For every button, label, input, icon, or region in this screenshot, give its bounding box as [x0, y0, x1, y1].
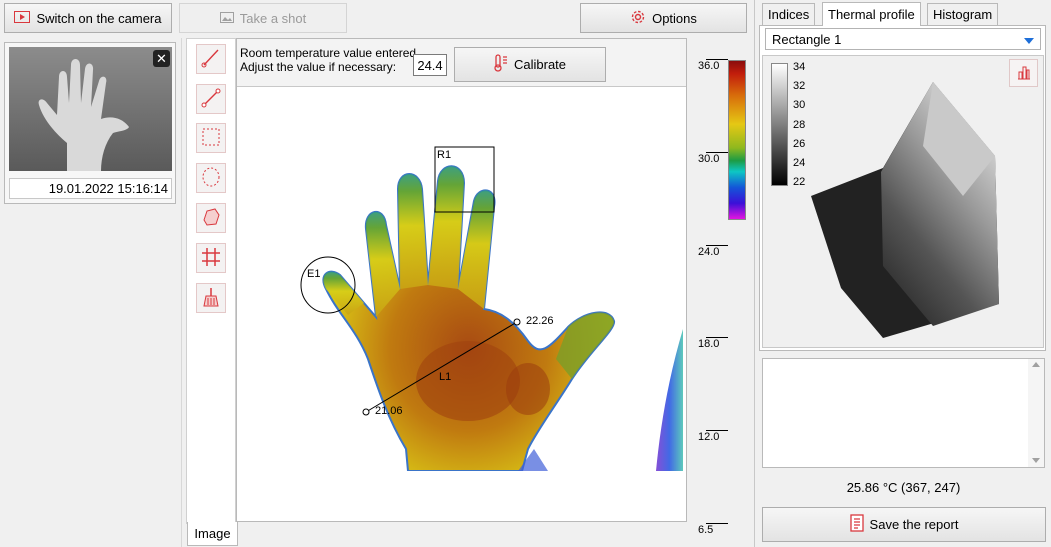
calibration-message-2: Adjust the value if necessary:: [240, 60, 397, 74]
scale-tick-5: [706, 523, 728, 524]
tab-histogram[interactable]: Histogram: [927, 3, 999, 25]
gray-scale-label-5: 24: [793, 157, 806, 169]
tab-image-label: Image: [194, 526, 231, 541]
notes-textarea[interactable]: [762, 358, 1045, 468]
ellipse-icon: [200, 166, 222, 191]
thermometer-icon: [494, 54, 508, 75]
options-button[interactable]: Options: [580, 3, 747, 33]
scale-tick-3: [706, 337, 728, 338]
take-shot-button[interactable]: Take a shot: [179, 3, 347, 33]
bar-chart-icon: [1016, 64, 1032, 83]
line-start-value: 21.06: [375, 405, 403, 417]
tool-rectangle[interactable]: [196, 123, 226, 153]
scale-label-3: 18.0: [698, 338, 720, 350]
camera-play-icon: [14, 10, 31, 26]
tool-grid[interactable]: [196, 243, 226, 273]
tab-thermal-profile[interactable]: Thermal profile: [822, 2, 921, 26]
switch-camera-label: Switch on the camera: [36, 10, 162, 26]
cursor-status: 25.86 °C (367, 247): [846, 480, 961, 495]
tab-indices[interactable]: Indices: [762, 3, 816, 25]
tab-histogram-label: Histogram: [933, 7, 993, 22]
calibrate-button[interactable]: Calibrate: [454, 47, 606, 82]
gray-scale-label-4: 26: [793, 138, 806, 150]
region-select[interactable]: Rectangle 1: [765, 28, 1041, 50]
rectangle-icon: [200, 126, 222, 151]
notes-scrollbar[interactable]: [1028, 359, 1044, 467]
tool-polygon[interactable]: [196, 203, 226, 233]
tab-thermal-profile-label: Thermal profile: [828, 7, 915, 22]
tool-freehand-line[interactable]: [196, 44, 226, 74]
save-report-button[interactable]: Save the report: [762, 507, 1046, 542]
close-thumbnail-button[interactable]: ✕: [153, 50, 170, 67]
scale-tick-2: [706, 245, 728, 246]
scale-label-0: 36.0: [698, 60, 720, 72]
curve-line-icon: [200, 47, 222, 72]
calibrate-label: Calibrate: [513, 57, 567, 72]
gear-icon: [630, 9, 646, 28]
report-document-icon: [849, 514, 864, 535]
room-temperature-input[interactable]: [413, 54, 447, 76]
rect-label-r1: R1: [437, 149, 451, 161]
broom-icon: [200, 286, 222, 311]
scale-label-4: 12.0: [698, 431, 720, 443]
gray-scale-label-2: 30: [793, 99, 806, 111]
polygon-icon: [200, 206, 222, 231]
gray-scale-bar: [771, 63, 788, 186]
scale-label-2: 24.0: [698, 246, 720, 258]
tool-ellipse[interactable]: [196, 163, 226, 193]
line-label-l1: L1: [439, 371, 451, 383]
thermal-image[interactable]: R1 E1 L1 21.06 22.26: [238, 89, 683, 471]
scale-tick-4: [706, 430, 728, 431]
scroll-up-icon[interactable]: [1032, 362, 1040, 367]
thumbnail-timestamp: 19.01.2022 15:16:14: [9, 178, 172, 199]
line-icon: [200, 87, 222, 112]
tool-line[interactable]: [196, 84, 226, 114]
right-panel-divider: [754, 0, 755, 547]
thumbnail-image[interactable]: ✕: [9, 47, 172, 171]
gray-scale-label-0: 34: [793, 61, 806, 73]
thumbnail-card[interactable]: ✕ 19.01.2022 15:16:14: [4, 42, 176, 204]
color-scale-bar: [728, 60, 746, 220]
chevron-down-icon: [1024, 32, 1034, 47]
histogram-view-button[interactable]: [1009, 59, 1038, 87]
ellipse-label-e1: E1: [307, 268, 320, 280]
save-report-label: Save the report: [869, 517, 959, 532]
gray-scale-label-1: 32: [793, 80, 806, 92]
tab-indices-label: Indices: [768, 7, 810, 22]
options-label: Options: [652, 10, 697, 26]
scroll-down-icon[interactable]: [1032, 458, 1040, 463]
close-icon: ✕: [156, 51, 167, 66]
gray-scale-label-3: 28: [793, 119, 806, 131]
take-shot-label: Take a shot: [239, 10, 307, 26]
grid-icon: [200, 246, 222, 271]
switch-camera-button[interactable]: Switch on the camera: [4, 3, 172, 33]
line-end-value: 22.26: [526, 315, 554, 327]
picture-icon: [219, 11, 234, 26]
scale-tick-1: [706, 152, 728, 153]
scale-label-5: 6.5: [698, 524, 714, 536]
tab-image[interactable]: Image: [187, 522, 238, 546]
scale-tick-0: [706, 59, 728, 60]
region-select-value: Rectangle 1: [772, 31, 842, 47]
scale-label-1: 30.0: [698, 153, 720, 165]
tool-clear[interactable]: [196, 283, 226, 313]
gray-scale-label-6: 22: [793, 176, 806, 188]
calibration-message-1: Room temperature value entered.: [240, 46, 420, 60]
